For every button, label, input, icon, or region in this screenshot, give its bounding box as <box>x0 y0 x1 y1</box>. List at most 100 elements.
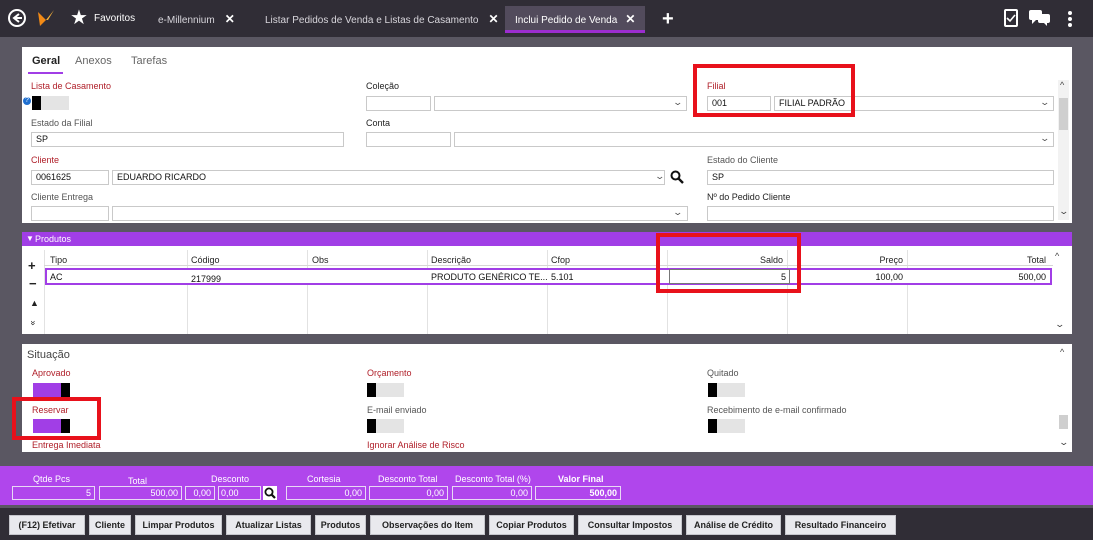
form-tab-geral[interactable]: Geral <box>32 55 60 67</box>
help-icon[interactable]: ? <box>23 97 31 105</box>
close-icon[interactable]: ✕ <box>225 12 235 26</box>
cliente-button[interactable]: Cliente <box>89 515 131 535</box>
lista-casamento-toggle[interactable] <box>32 96 69 110</box>
grid-column-divider <box>907 250 908 334</box>
clipboard-icon[interactable] <box>1004 9 1018 27</box>
resultado-financeiro-button[interactable]: Resultado Financeiro <box>785 515 896 535</box>
chevron-down-icon[interactable]: ⌄ <box>1054 319 1065 330</box>
cliente-entrega-select[interactable] <box>112 206 688 221</box>
col-header-tipo[interactable]: Tipo <box>50 255 67 265</box>
back-icon[interactable] <box>8 9 26 27</box>
close-icon[interactable]: ✕ <box>488 12 498 26</box>
app-logo-icon <box>36 8 56 28</box>
form-tab-anexos[interactable]: Anexos <box>75 55 112 67</box>
desconto-total-pct-field: 0,00 <box>452 486 532 500</box>
move-up-button[interactable]: ▲ <box>30 298 39 308</box>
aprovado-toggle[interactable] <box>33 383 70 397</box>
more-icon[interactable] <box>1067 10 1073 28</box>
chevron-down-icon[interactable]: ⌄ <box>672 207 683 218</box>
form-tab-tarefas[interactable]: Tarefas <box>131 55 167 67</box>
tab-e-millennium[interactable]: e-Millennium ✕ <box>158 6 235 33</box>
estado-cliente-field[interactable]: SP <box>707 170 1054 185</box>
chevron-down-icon[interactable]: ⌄ <box>654 171 665 182</box>
header-scroll-thumb[interactable] <box>1059 98 1068 130</box>
cell-tipo: AC <box>50 272 63 282</box>
desconto-total-pct-label: Desconto Total (%) <box>455 474 531 484</box>
estado-cliente-label: Estado do Cliente <box>707 155 779 165</box>
col-header-obs[interactable]: Obs <box>312 255 329 265</box>
situacao-scroll-thumb[interactable] <box>1059 415 1068 429</box>
chevron-down-icon[interactable]: ⌄ <box>1039 97 1050 108</box>
col-header-descricao[interactable]: Descrição <box>431 255 471 265</box>
atualizar-listas-button[interactable]: Atualizar Listas <box>226 515 311 535</box>
colecao-code-field[interactable] <box>366 96 431 111</box>
close-icon[interactable]: ✕ <box>625 12 635 26</box>
cliente-entrega-label: Cliente Entrega <box>31 192 94 202</box>
observacoes-item-button[interactable]: Observações do Item <box>370 515 485 535</box>
add-row-button[interactable]: + <box>28 258 36 273</box>
star-icon[interactable]: ★ <box>70 8 88 28</box>
cortesia-field: 0,00 <box>286 486 366 500</box>
recebimento-email-toggle[interactable] <box>708 419 745 433</box>
add-tab-icon[interactable]: + <box>662 8 674 31</box>
saldo-highlight-box <box>656 233 801 293</box>
tab-listar-pedidos[interactable]: Listar Pedidos de Venda e Listas de Casa… <box>265 6 499 33</box>
cliente-name-select[interactable]: EDUARDO RICARDO <box>112 170 665 185</box>
collapse-icon[interactable]: ▼ <box>26 234 34 243</box>
quitado-label: Quitado <box>707 368 739 378</box>
pedido-cliente-label: Nº do Pedido Cliente <box>707 192 791 202</box>
consultar-impostos-button[interactable]: Consultar Impostos <box>578 515 682 535</box>
chevron-down-icon[interactable]: ⌄ <box>1058 206 1069 217</box>
colecao-label: Coleção <box>366 81 400 91</box>
chevron-down-icon[interactable]: ⌄ <box>1039 133 1050 144</box>
entrega-imediata-label: Entrega Imediata <box>32 440 101 450</box>
cliente-entrega-code-field[interactable] <box>31 206 109 221</box>
desconto-field-b[interactable]: 0,00 <box>218 486 261 500</box>
produtos-section-header[interactable] <box>22 232 1072 246</box>
col-header-codigo[interactable]: Código <box>191 255 220 265</box>
chevron-up-icon[interactable]: ^ <box>1060 80 1064 90</box>
produtos-button[interactable]: Produtos <box>315 515 366 535</box>
grid-column-divider <box>187 250 188 334</box>
favoritos-link[interactable]: Favoritos <box>94 13 135 24</box>
estado-filial-field[interactable]: SP <box>31 132 344 147</box>
copiar-produtos-button[interactable]: Copiar Produtos <box>489 515 574 535</box>
chevron-down-icon[interactable]: ⌄ <box>1058 437 1069 448</box>
colecao-select[interactable] <box>434 96 687 111</box>
orcamento-label: Orçamento <box>367 368 412 378</box>
cell-total: 500,00 <box>1018 272 1046 282</box>
quitado-toggle[interactable] <box>708 383 745 397</box>
col-header-preco[interactable]: Preço <box>790 255 903 265</box>
chevron-down-icon[interactable]: ⌄ <box>672 97 683 108</box>
limpar-produtos-button[interactable]: Limpar Produtos <box>135 515 222 535</box>
expand-icon[interactable]: » <box>29 320 39 325</box>
total-label: Total <box>128 476 148 486</box>
email-enviado-toggle[interactable] <box>367 419 404 433</box>
valor-final-label: Valor Final <box>558 474 604 484</box>
tab-inclui-pedido[interactable]: Inclui Pedido de Venda ✕ <box>505 6 646 33</box>
chevron-up-icon[interactable]: ^ <box>1060 347 1064 357</box>
desconto-label: Desconto <box>211 474 250 484</box>
filial-highlight-box <box>693 64 855 117</box>
desconto-field-a[interactable]: 0,00 <box>185 486 215 500</box>
recebimento-email-label: Recebimento de e-mail confirmado <box>707 405 847 415</box>
chevron-up-icon[interactable]: ^ <box>1055 251 1059 261</box>
search-icon[interactable] <box>670 170 684 184</box>
conta-code-field[interactable] <box>366 132 451 147</box>
desconto-search-icon[interactable] <box>263 486 277 500</box>
ignorar-risco-label: Ignorar Análise de Risco <box>367 440 465 450</box>
cliente-code-field[interactable]: 0061625 <box>31 170 109 185</box>
chat-icon[interactable] <box>1029 10 1051 26</box>
conta-label: Conta <box>366 118 391 128</box>
valor-final-field: 500,00 <box>535 486 621 500</box>
conta-select[interactable] <box>454 132 1054 147</box>
reservar-highlight-box <box>12 397 101 440</box>
pedido-cliente-field[interactable] <box>707 206 1054 221</box>
col-header-cfop[interactable]: Cfop <box>551 255 570 265</box>
cell-preco: 100,00 <box>875 272 903 282</box>
col-header-total[interactable]: Total <box>910 255 1046 265</box>
analise-credito-button[interactable]: Análise de Crédito <box>686 515 781 535</box>
orcamento-toggle[interactable] <box>367 383 404 397</box>
efetivar-button[interactable]: (F12) Efetivar <box>9 515 85 535</box>
remove-row-button[interactable]: − <box>29 276 37 291</box>
